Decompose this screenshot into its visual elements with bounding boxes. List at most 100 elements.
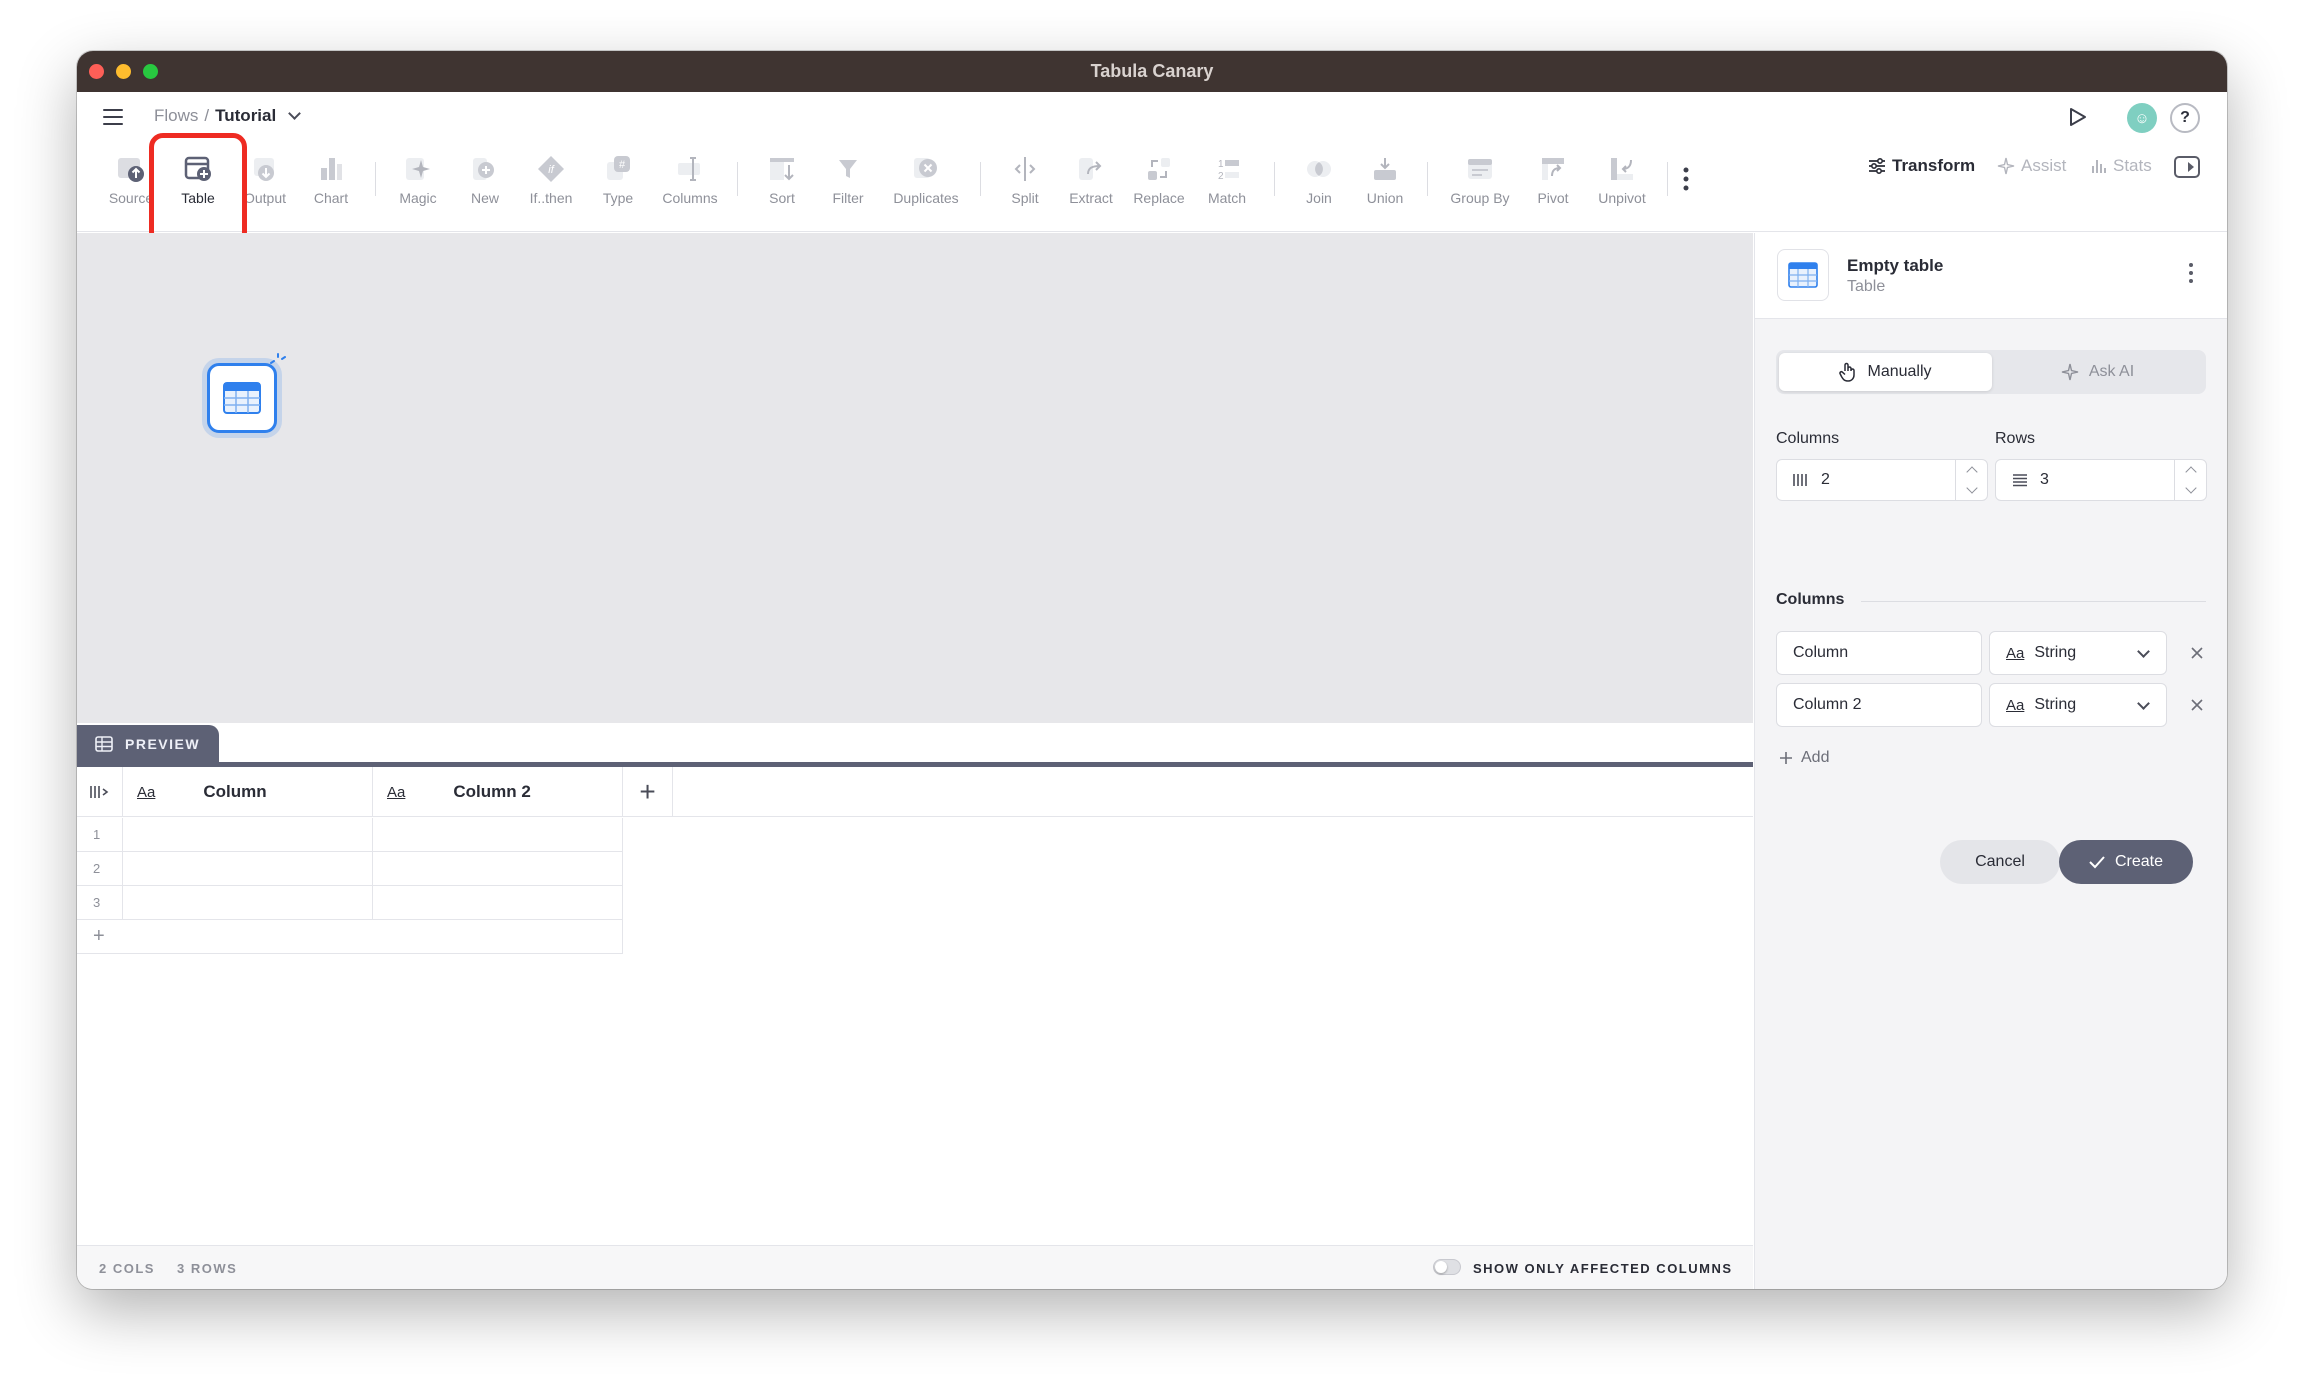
mode-manually-button[interactable]: Manually <box>1779 353 1992 391</box>
toolbar-new[interactable]: New <box>450 152 520 206</box>
match-icon: 12 <box>1210 152 1244 186</box>
toolbar-unpivot[interactable]: Unpivot <box>1587 152 1657 206</box>
table-cell[interactable] <box>373 818 623 851</box>
toolbar-magic[interactable]: Magic <box>383 152 453 206</box>
columns-count-label: Columns <box>1776 430 1840 447</box>
toolbar-group-by[interactable]: Group By <box>1445 152 1515 206</box>
table-cell[interactable] <box>123 852 373 885</box>
create-button[interactable]: Create <box>2059 840 2193 884</box>
mode-ask-ai-button[interactable]: Ask AI <box>1991 353 2204 391</box>
tab-transform[interactable]: Transform <box>1868 156 1975 176</box>
menu-icon[interactable] <box>103 109 123 125</box>
toolbar-columns[interactable]: Columns <box>655 152 725 206</box>
toolbar-extract[interactable]: Extract <box>1056 152 1126 206</box>
add-column-button[interactable]: + <box>623 767 673 817</box>
table-cell[interactable] <box>373 886 623 919</box>
columns-icon <box>1793 473 1809 487</box>
toolbar-filter[interactable]: Filter <box>813 152 883 206</box>
output-icon <box>248 152 282 186</box>
chevron-down-icon[interactable] <box>2184 482 2197 494</box>
toolbar-duplicates[interactable]: Duplicates <box>891 152 961 206</box>
toolbar-match[interactable]: 12 Match <box>1192 152 1262 206</box>
rows-count-label: Rows <box>1995 430 2036 447</box>
affected-columns-toggle[interactable] <box>1433 1259 1461 1275</box>
check-icon <box>2089 856 2105 869</box>
more-vertical-icon[interactable] <box>2189 263 2195 287</box>
help-button[interactable]: ? <box>2170 103 2200 133</box>
bar-chart-icon <box>2092 160 2106 173</box>
table-row: 2 <box>77 852 623 886</box>
flow-canvas[interactable] <box>77 233 1753 801</box>
stepper-arrows[interactable] <box>1955 460 1987 500</box>
remove-column-button[interactable] <box>2185 641 2209 665</box>
chevron-down-icon[interactable] <box>1965 482 1978 494</box>
preview-column-header[interactable]: Aa Column 2 <box>373 767 623 817</box>
toolbar-type[interactable]: # Type <box>583 152 653 206</box>
avatar[interactable]: ☺ <box>2127 103 2157 133</box>
toolbar-if-then[interactable]: if If..then <box>516 152 586 206</box>
chevron-down-icon <box>2137 697 2150 710</box>
plus-icon <box>1780 752 1792 764</box>
toolbar-split[interactable]: Split <box>990 152 1060 206</box>
columns-count-stepper[interactable]: 2 <box>1776 459 1988 501</box>
tab-stats[interactable]: Stats <box>2091 156 2152 176</box>
breadcrumb-flows[interactable]: Flows <box>154 106 198 126</box>
columns-section-title: Columns <box>1776 591 1845 608</box>
duplicates-icon <box>909 152 943 186</box>
replace-icon <box>1142 152 1176 186</box>
breadcrumb: Flows / Tutorial <box>154 106 302 126</box>
add-row-button[interactable]: + <box>77 920 623 954</box>
tab-stats-label: Stats <box>2113 156 2152 175</box>
source-icon <box>114 152 148 186</box>
breadcrumb-current[interactable]: Tutorial <box>215 106 276 126</box>
toolbar-sort[interactable]: Sort <box>747 152 817 206</box>
panel-toggle-icon[interactable] <box>2174 156 2200 178</box>
zoom-window-button[interactable] <box>143 64 158 79</box>
string-type-icon: Aa <box>387 783 406 801</box>
toolbar-union[interactable]: Union <box>1350 152 1420 206</box>
stepper-arrows[interactable] <box>2174 460 2206 500</box>
preview-grid-body: 1 2 3 + <box>77 818 623 954</box>
column-name-input[interactable]: Column 2 <box>1776 683 1982 727</box>
column-visibility-icon[interactable] <box>77 767 123 817</box>
column-type-value: String <box>2034 644 2077 661</box>
sliders-icon <box>1869 158 1885 174</box>
toolbar-replace[interactable]: Replace <box>1124 152 1194 206</box>
table-tool-highlight <box>149 133 247 246</box>
close-window-button[interactable] <box>89 64 104 79</box>
add-column-button[interactable]: Add <box>1779 749 1829 767</box>
window-title: Tabula Canary <box>1090 61 1214 81</box>
tab-preview[interactable]: PREVIEW <box>77 725 219 763</box>
toolbar-join-label: Join <box>1306 190 1332 206</box>
toolbar-unpivot-label: Unpivot <box>1598 190 1646 206</box>
table-cell[interactable] <box>373 852 623 885</box>
svg-text:#: # <box>619 159 626 171</box>
toolbar-chart[interactable]: Chart <box>296 152 366 206</box>
sort-icon <box>765 152 799 186</box>
more-vertical-icon[interactable] <box>1681 166 1691 192</box>
empty-table-node[interactable] <box>207 363 277 433</box>
preview-column-header[interactable]: Aa Column <box>123 767 373 817</box>
toolbar-pivot[interactable]: Pivot <box>1518 152 1588 206</box>
chevron-up-icon[interactable] <box>1965 466 1978 478</box>
chevron-up-icon[interactable] <box>2184 466 2197 478</box>
column-type-select[interactable]: Aa String <box>1989 631 2167 675</box>
string-type-icon: Aa <box>2006 696 2025 714</box>
table-cell[interactable] <box>123 886 373 919</box>
toolbar-split-label: Split <box>1011 190 1039 206</box>
panel-header: Empty table Table <box>1755 233 2227 319</box>
svg-text:1: 1 <box>1218 159 1224 170</box>
table-icon <box>1777 249 1829 301</box>
column-type-select[interactable]: Aa String <box>1989 683 2167 727</box>
chevron-down-icon[interactable] <box>288 107 302 120</box>
cancel-button[interactable]: Cancel <box>1940 840 2060 884</box>
rows-count-stepper[interactable]: 3 <box>1995 459 2207 501</box>
table-cell[interactable] <box>123 818 373 851</box>
column-name-input[interactable]: Column <box>1776 631 1982 675</box>
remove-column-button[interactable] <box>2185 693 2209 717</box>
toolbar-join[interactable]: Join <box>1284 152 1354 206</box>
run-flow-icon[interactable] <box>2066 106 2088 128</box>
toolbar-divider <box>737 162 738 196</box>
tab-assist[interactable]: Assist <box>1997 156 2066 176</box>
minimize-window-button[interactable] <box>116 64 131 79</box>
